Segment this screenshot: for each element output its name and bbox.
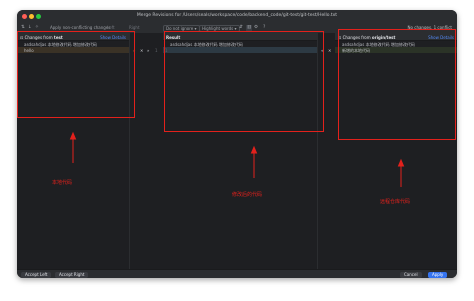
remote-code-annotation: 远程仓库代码 (380, 199, 411, 205)
result-code-annotation: 修改后的代码 (232, 192, 263, 198)
local-code-annotation: 本地代码 (52, 180, 73, 186)
annotation-arrows (69, 131, 405, 187)
